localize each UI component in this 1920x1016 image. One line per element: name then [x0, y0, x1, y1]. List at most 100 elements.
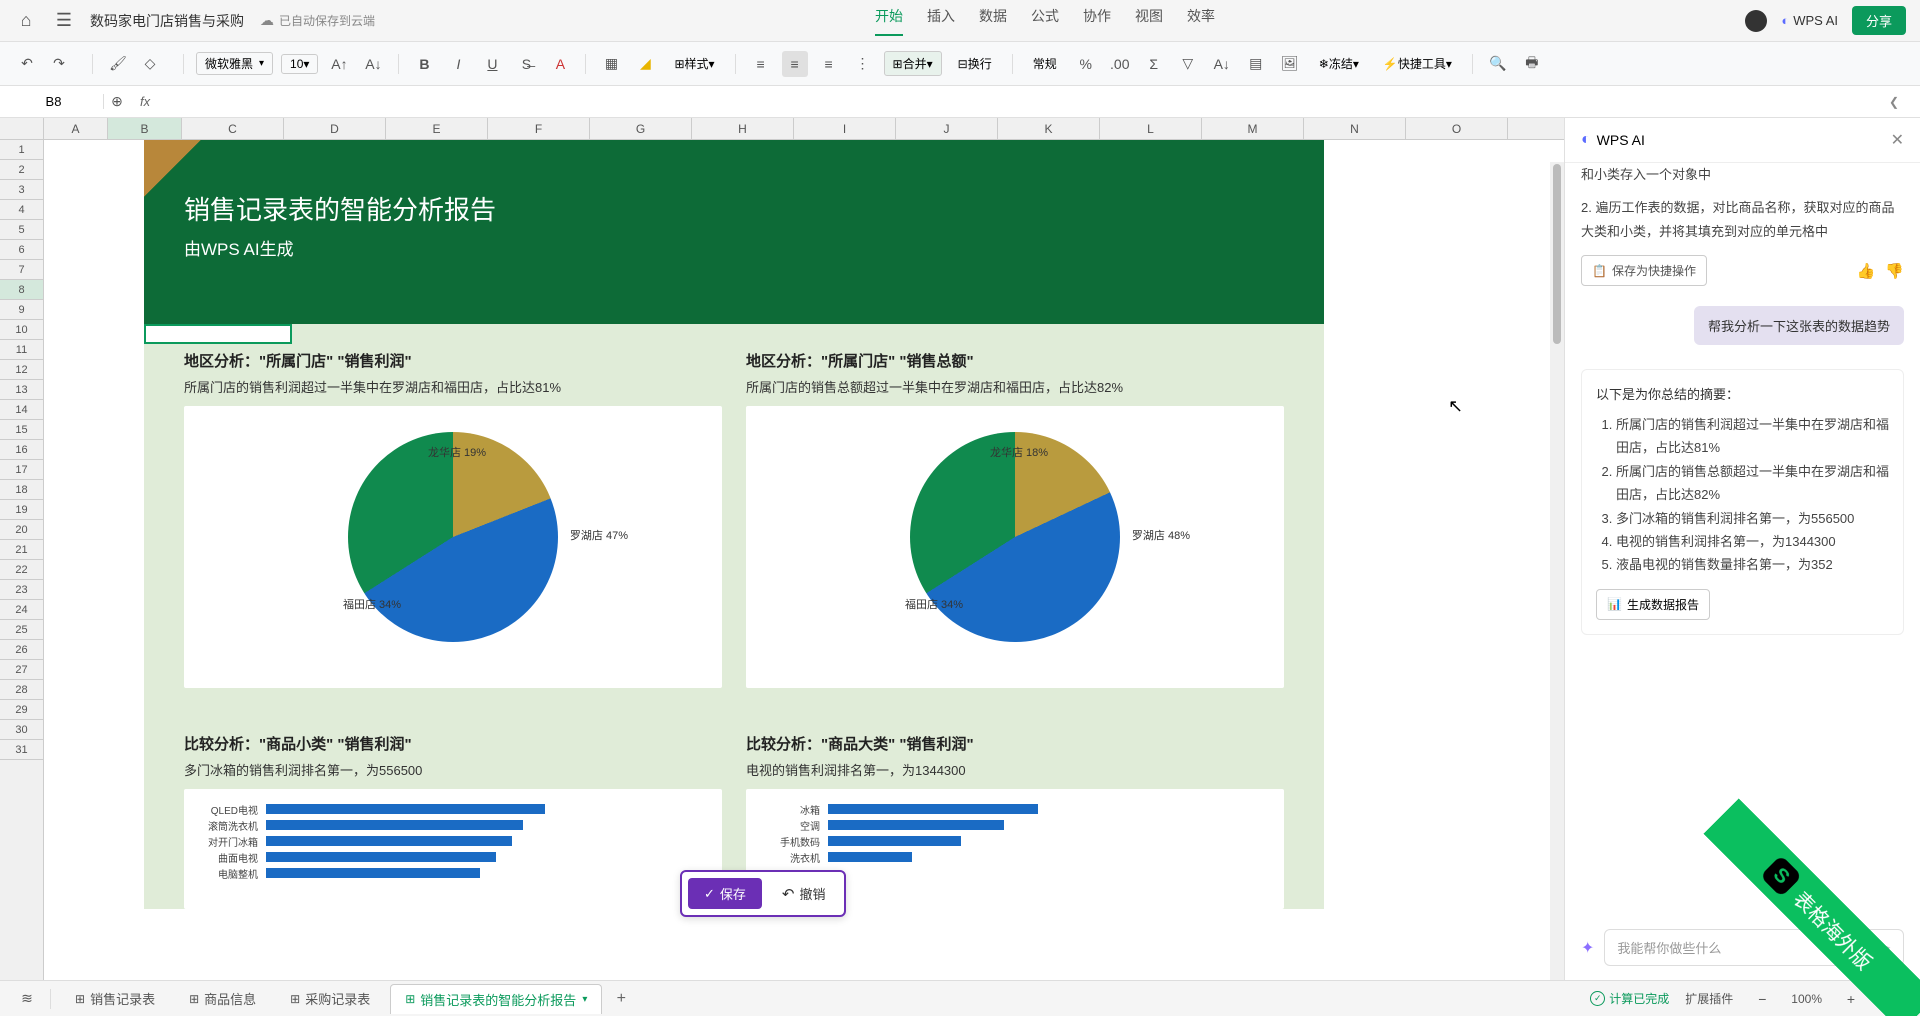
number-format-button[interactable]: 常规	[1025, 52, 1065, 75]
redo-icon[interactable]: ↷	[46, 51, 72, 77]
quick-tools-button[interactable]: ⚡ 快捷工具 ▾	[1375, 52, 1460, 75]
tab-view[interactable]: 视图	[1135, 6, 1163, 36]
close-icon[interactable]: ✕	[1891, 130, 1904, 150]
save-button[interactable]: 保存	[688, 878, 762, 909]
font-selector[interactable]: 微软雅黑	[196, 52, 273, 75]
col-header[interactable]: F	[488, 118, 590, 139]
col-header[interactable]: O	[1406, 118, 1508, 139]
select-all-corner[interactable]	[0, 118, 44, 139]
wrap-button[interactable]: ⊟ 换行	[950, 52, 1000, 75]
row-header[interactable]: 8	[0, 280, 43, 300]
freeze-button[interactable]: ❄ 冻结 ▾	[1311, 52, 1367, 75]
col-header[interactable]: E	[386, 118, 488, 139]
row-header[interactable]: 12	[0, 360, 43, 380]
bold-icon[interactable]: B	[411, 51, 437, 77]
sum-icon[interactable]: Σ	[1141, 51, 1167, 77]
avatar[interactable]	[1745, 10, 1767, 32]
thumbs-up-icon[interactable]: 👍	[1857, 262, 1876, 280]
row-header[interactable]: 25	[0, 620, 43, 640]
col-header[interactable]: B	[108, 118, 182, 139]
menu-icon[interactable]: ☰	[52, 9, 76, 33]
strike-icon[interactable]: S̶	[513, 51, 539, 77]
row-header[interactable]: 27	[0, 660, 43, 680]
print-icon[interactable]: 🖶	[1519, 51, 1545, 77]
row-header[interactable]: 4	[0, 200, 43, 220]
row-header[interactable]: 6	[0, 240, 43, 260]
vertical-scrollbar[interactable]	[1550, 162, 1564, 980]
fx-label[interactable]: fx	[140, 94, 150, 109]
font-size-selector[interactable]: 10 ▾	[281, 54, 318, 74]
row-header[interactable]: 22	[0, 560, 43, 580]
sheet-tab[interactable]: 销售记录表	[61, 984, 169, 1013]
align-left-icon[interactable]: ≡	[748, 51, 774, 77]
tab-start[interactable]: 开始	[875, 6, 903, 36]
col-header[interactable]: H	[692, 118, 794, 139]
clear-format-icon[interactable]: ◇	[137, 51, 163, 77]
row-header[interactable]: 14	[0, 400, 43, 420]
col-header[interactable]: N	[1304, 118, 1406, 139]
col-header[interactable]: D	[284, 118, 386, 139]
col-header[interactable]: L	[1100, 118, 1202, 139]
thumbs-down-icon[interactable]: 👎	[1885, 262, 1904, 280]
share-button[interactable]: 分享	[1852, 6, 1906, 35]
image-icon[interactable]: 🖼	[1277, 51, 1303, 77]
row-header[interactable]: 15	[0, 420, 43, 440]
underline-icon[interactable]: U	[479, 51, 505, 77]
zoom-out-icon[interactable]: −	[1749, 986, 1775, 1012]
tab-collab[interactable]: 协作	[1083, 6, 1111, 36]
percent-icon[interactable]: %	[1073, 51, 1099, 77]
row-header[interactable]: 16	[0, 440, 43, 460]
save-quick-op-button[interactable]: 保存为快捷操作	[1581, 255, 1707, 286]
cell-reference[interactable]: B8	[14, 94, 104, 109]
search-icon[interactable]: 🔍	[1485, 51, 1511, 77]
undo-button[interactable]: 撤销	[770, 878, 838, 909]
font-decrease-icon[interactable]: A↓	[360, 51, 386, 77]
row-header[interactable]: 26	[0, 640, 43, 660]
borders-icon[interactable]: ▦	[598, 51, 624, 77]
sheet-tab-active[interactable]: 销售记录表的智能分析报告	[390, 984, 602, 1014]
col-header[interactable]: C	[182, 118, 284, 139]
merge-button[interactable]: ⊞ 合并 ▾	[884, 51, 942, 76]
font-increase-icon[interactable]: A↑	[326, 51, 352, 77]
row-header[interactable]: 13	[0, 380, 43, 400]
magic-icon[interactable]: ✦	[1581, 938, 1594, 958]
row-header[interactable]: 7	[0, 260, 43, 280]
wps-ai-button[interactable]: WPS AI	[1781, 13, 1838, 28]
col-header[interactable]: A	[44, 118, 108, 139]
conditional-format-icon[interactable]: ▤	[1243, 51, 1269, 77]
font-color-icon[interactable]: A	[547, 51, 573, 77]
row-header[interactable]: 3	[0, 180, 43, 200]
tab-insert[interactable]: 插入	[927, 6, 955, 36]
row-header[interactable]: 31	[0, 740, 43, 760]
filter-icon[interactable]: ▽	[1175, 51, 1201, 77]
add-sheet-button[interactable]: +	[608, 986, 634, 1012]
col-header[interactable]: J	[896, 118, 998, 139]
fill-color-icon[interactable]: ◢	[632, 51, 658, 77]
row-header[interactable]: 9	[0, 300, 43, 320]
collapse-right-icon[interactable]: ❮	[1882, 90, 1906, 114]
row-header[interactable]: 20	[0, 520, 43, 540]
decimal-inc-icon[interactable]: .00	[1107, 51, 1133, 77]
col-header[interactable]: G	[590, 118, 692, 139]
row-header[interactable]: 30	[0, 720, 43, 740]
align-center-icon[interactable]: ≡	[782, 51, 808, 77]
row-header[interactable]: 24	[0, 600, 43, 620]
row-header[interactable]: 5	[0, 220, 43, 240]
row-header[interactable]: 28	[0, 680, 43, 700]
row-header[interactable]: 10	[0, 320, 43, 340]
row-header[interactable]: 2	[0, 160, 43, 180]
undo-icon[interactable]: ↶	[14, 51, 40, 77]
row-header[interactable]: 11	[0, 340, 43, 360]
generate-report-button[interactable]: 生成数据报告	[1596, 589, 1710, 620]
layers-icon[interactable]: ≋	[14, 986, 40, 1012]
align-right-icon[interactable]: ≡	[816, 51, 842, 77]
row-header[interactable]: 21	[0, 540, 43, 560]
home-icon[interactable]: ⌂	[14, 9, 38, 33]
col-header[interactable]: K	[998, 118, 1100, 139]
zoom-level[interactable]: 100%	[1791, 992, 1822, 1006]
tab-efficiency[interactable]: 效率	[1187, 6, 1215, 36]
align-justify-icon[interactable]: ⋮	[850, 51, 876, 77]
sheet-canvas[interactable]: 销售记录表的智能分析报告 由WPS AI生成 地区分析："所属门店" "销售利润…	[44, 140, 1564, 980]
cell-style-button[interactable]: ⊞ 样式 ▾	[666, 52, 722, 75]
extend-plugin[interactable]: 扩展插件	[1685, 990, 1733, 1007]
